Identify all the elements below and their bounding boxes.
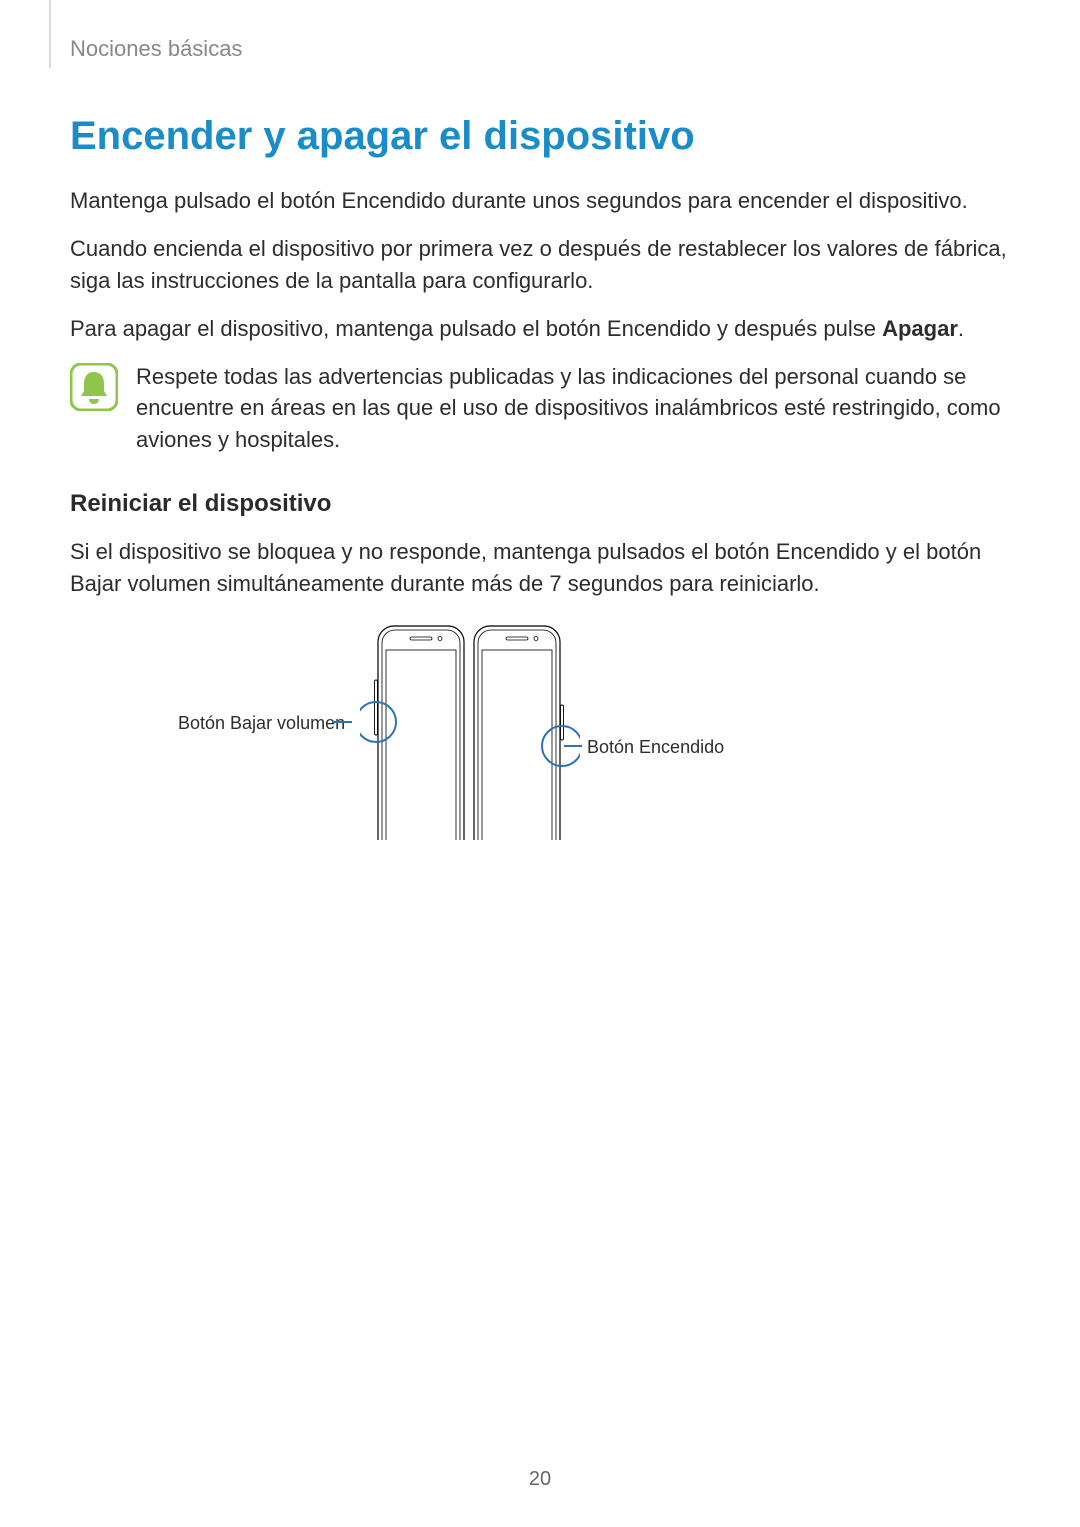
- content: Encender y apagar el dispositivo Manteng…: [70, 38, 1010, 840]
- note-block: Respete todas las advertencias publicada…: [70, 361, 1010, 457]
- paragraph-1: Mantenga pulsado el botón Encendido dura…: [70, 185, 1010, 217]
- breadcrumb: Nociones básicas: [70, 36, 242, 62]
- page-title: Encender y apagar el dispositivo: [70, 114, 1010, 159]
- page-number: 20: [0, 1468, 1080, 1491]
- note-text: Respete todas las advertencias publicada…: [136, 361, 1010, 457]
- paragraph-4: Si el dispositivo se bloquea y no respon…: [70, 536, 1010, 600]
- paragraph-3-text: Para apagar el dispositivo, mantenga pul…: [70, 316, 882, 341]
- subheading-restart: Reiniciar el dispositivo: [70, 490, 1010, 518]
- bell-icon: [70, 363, 118, 411]
- vertical-rule: [49, 0, 51, 68]
- paragraph-3-tail: .: [958, 316, 964, 341]
- paragraph-2: Cuando encienda el dispositivo por prime…: [70, 233, 1010, 297]
- page: Nociones básicas Encender y apagar el di…: [0, 0, 1080, 1527]
- connector-lines: [70, 620, 1010, 840]
- device-diagram: Botón Bajar volumen Botón Encendido: [70, 620, 1010, 840]
- paragraph-3: Para apagar el dispositivo, mantenga pul…: [70, 313, 1010, 345]
- paragraph-3-bold: Apagar: [882, 316, 958, 341]
